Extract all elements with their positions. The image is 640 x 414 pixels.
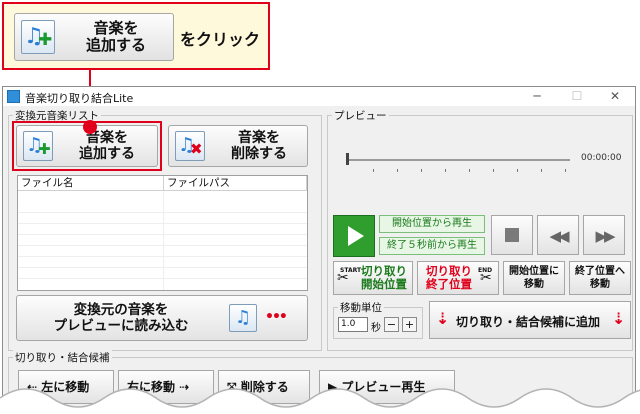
add-music-label: 音楽を 追加する <box>79 130 135 163</box>
load-to-preview-button[interactable]: 変換元の音楽を プレビューに読み込む ♫ ••• <box>16 295 308 341</box>
play-icon <box>348 226 364 246</box>
step-unit-legend: 移動単位 <box>338 300 384 315</box>
app-icon <box>7 90 20 103</box>
window-title: 音楽切り取り結合Lite <box>25 92 134 105</box>
slider-tick <box>445 169 446 172</box>
file-list-table[interactable]: ファイル名 ファイルパス <box>17 175 308 291</box>
plus-icon: ✚ <box>38 140 51 158</box>
cut-start-button[interactable]: ✂ START 切り取り 開始位置 <box>333 261 413 295</box>
table-row <box>18 224 307 235</box>
torn-edge <box>0 388 640 414</box>
plus-icon: ✚ <box>38 30 53 50</box>
play-5s-before-end-button[interactable]: 終了５秒前から再生 <box>379 237 485 255</box>
cut-end-label: 切り取り 終了位置 <box>426 264 472 291</box>
music-note-icon: ♫ <box>235 307 252 328</box>
stop-button[interactable] <box>491 215 533 255</box>
music-remove-icon: ♫ ✖ <box>175 131 205 161</box>
add-to-candidates-button[interactable]: ⇣ 切り取り・結合候補に追加 ⇣ <box>429 301 631 339</box>
play-from-start-button[interactable]: 開始位置から再生 <box>379 215 485 233</box>
callout-instruction: をクリック <box>180 30 261 49</box>
playback-time: 00:00:00 <box>581 153 622 163</box>
playback-slider-track[interactable] <box>348 159 570 161</box>
column-header-filepath[interactable]: ファイルパス <box>164 176 307 191</box>
slider-tick <box>565 169 566 172</box>
callout-add-music-button: ♫ ✚ 音楽を 追加する <box>14 13 174 61</box>
table-row <box>18 213 307 224</box>
callout-connector-dot <box>83 120 97 134</box>
arrow-down-icon: ⇣ <box>612 309 626 328</box>
table-row <box>18 268 307 279</box>
stop-icon <box>505 228 519 242</box>
close-button[interactable]: ✕ <box>595 87 635 106</box>
table-row <box>18 202 307 213</box>
minimize-button[interactable]: ─ <box>517 87 557 106</box>
slider-tick <box>397 169 398 172</box>
music-add-icon: ♫ ✚ <box>23 131 53 161</box>
add-to-candidates-label: 切り取り・結合候補に追加 <box>456 315 601 329</box>
scissors-icon: ✂ <box>480 270 492 286</box>
cut-start-label: 切り取り 開始位置 <box>361 264 407 291</box>
move-to-start-button[interactable]: 開始位置に 移動 <box>503 261 565 295</box>
music-file-icon: ♫ <box>229 304 257 332</box>
slider-tick <box>517 169 518 172</box>
playback-slider-thumb[interactable] <box>346 153 349 165</box>
table-row <box>18 246 307 257</box>
table-row <box>18 235 307 246</box>
slider-tick <box>541 169 542 172</box>
rewind-button[interactable]: ◀◀ <box>537 215 579 255</box>
load-to-preview-label: 変換元の音楽を プレビューに読み込む <box>53 302 189 334</box>
maximize-button[interactable]: ☐ <box>557 87 597 106</box>
fast-forward-button[interactable]: ▶▶ <box>583 215 625 255</box>
cut-end-button[interactable]: 切り取り 終了位置 END ✂ <box>417 261 499 295</box>
column-header-filename[interactable]: ファイル名 <box>18 176 164 191</box>
rewind-icon: ◀◀ <box>549 227 569 245</box>
play-button[interactable] <box>333 215 375 257</box>
dots-arrow-icon: ••• <box>265 309 288 325</box>
step-decrease-button[interactable]: − <box>384 317 399 332</box>
arrow-down-icon: ⇣ <box>436 309 450 328</box>
candidates-legend: 切り取り・結合候補 <box>13 350 112 365</box>
slider-tick <box>373 169 374 172</box>
step-unit-input[interactable]: 1.0 <box>338 317 368 332</box>
title-bar: 音楽切り取り結合Lite ─ ☐ ✕ <box>3 87 635 106</box>
table-row <box>18 257 307 268</box>
preview-legend: プレビュー <box>332 108 389 123</box>
music-add-icon: ♫ ✚ <box>21 20 55 54</box>
step-unit-label: 秒 <box>371 323 381 334</box>
callout-box: ♫ ✚ 音楽を 追加する をクリック <box>2 2 270 70</box>
app-window: 音楽切り取り結合Lite ─ ☐ ✕ 変換元音楽リスト ♫ ✚ 音楽を 追加する… <box>2 86 636 414</box>
callout-button-label: 音楽を 追加する <box>85 19 146 55</box>
cross-icon: ✖ <box>190 140 203 158</box>
fast-forward-icon: ▶▶ <box>595 227 615 245</box>
move-to-end-button[interactable]: 終了位置へ 移動 <box>569 261 631 295</box>
remove-music-label: 音楽を 削除する <box>231 130 287 163</box>
slider-tick <box>421 169 422 172</box>
slider-tick <box>493 169 494 172</box>
step-increase-button[interactable]: + <box>402 317 417 332</box>
remove-music-button[interactable]: ♫ ✖ 音楽を 削除する <box>168 125 308 167</box>
slider-tick <box>469 169 470 172</box>
